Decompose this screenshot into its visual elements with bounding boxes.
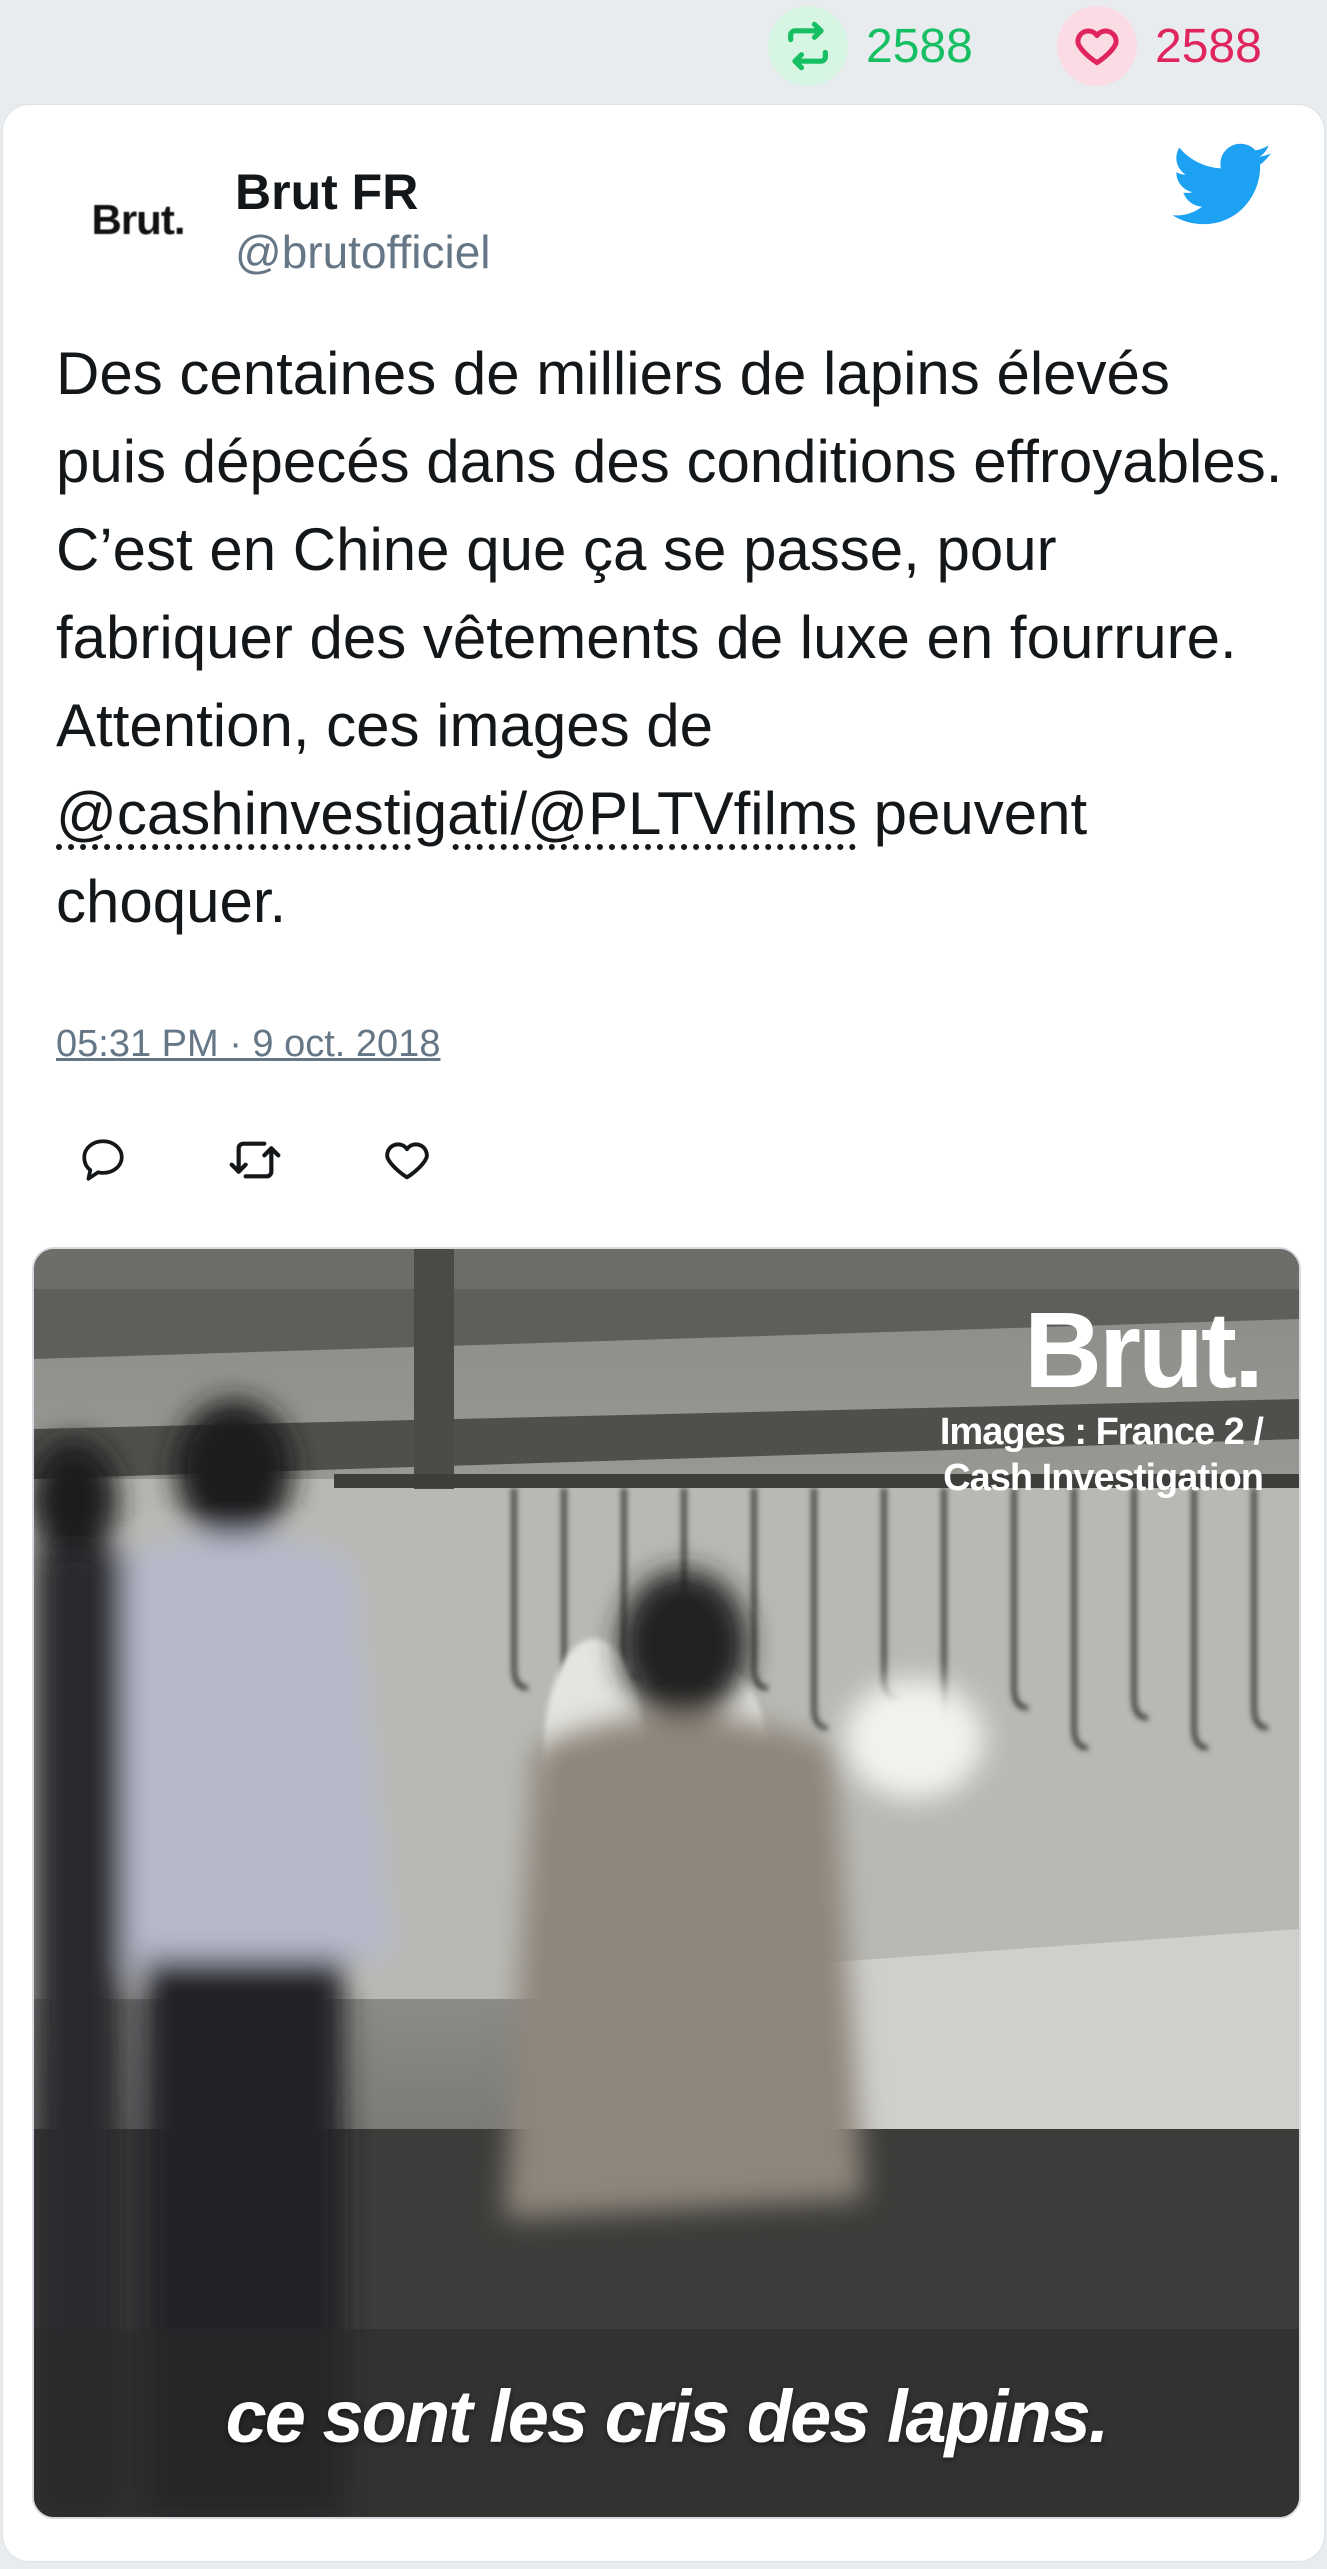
twitter-bird-icon[interactable] [1173, 143, 1273, 227]
avatar[interactable]: Brut. [53, 175, 223, 265]
avatar-logo-text: Brut. [91, 196, 186, 243]
media-credit-line2: Cash Investigation [943, 1457, 1264, 1499]
tweet-actions [73, 1125, 529, 1195]
tweet-text: Des centaines de milliers de lapins élev… [56, 330, 1286, 946]
like-count[interactable]: 2588 [1057, 6, 1262, 86]
tweet-card: Brut. Brut FR @brutofficiel Des centaine… [3, 105, 1324, 2561]
media-credit: Images : France 2 / Cash Investigation [939, 1409, 1264, 1501]
retweet-count-value: 2588 [866, 19, 973, 73]
retweet-count[interactable]: 2588 [768, 6, 973, 86]
retweet-action-icon[interactable] [225, 1130, 285, 1190]
author-name[interactable]: Brut FR [235, 163, 418, 221]
retweet-icon [768, 6, 848, 86]
video-subtitle: ce sont les cris des lapins. [225, 2375, 1110, 2458]
author-handle[interactable]: @brutofficiel [235, 225, 491, 279]
tweet-media-video[interactable]: Brut. Images : France 2 / Cash Investiga… [32, 1247, 1301, 2519]
engagement-stats: 2588 2588 [0, 0, 1327, 100]
media-brand-watermark: Brut. [1024, 1289, 1264, 1410]
mention-link[interactable]: @cashinvestigati/@PLTVfilms [56, 780, 857, 847]
reply-icon[interactable] [73, 1130, 133, 1190]
like-count-value: 2588 [1155, 19, 1262, 73]
tweet-timestamp[interactable]: 05:31 PM · 9 oct. 2018 [56, 1023, 440, 1066]
like-icon[interactable] [377, 1130, 437, 1190]
heart-icon [1057, 6, 1137, 86]
media-credit-line1: Images : France 2 / [939, 1411, 1264, 1453]
tweet-text-start: Des centaines de milliers de lapins élev… [56, 340, 1283, 759]
